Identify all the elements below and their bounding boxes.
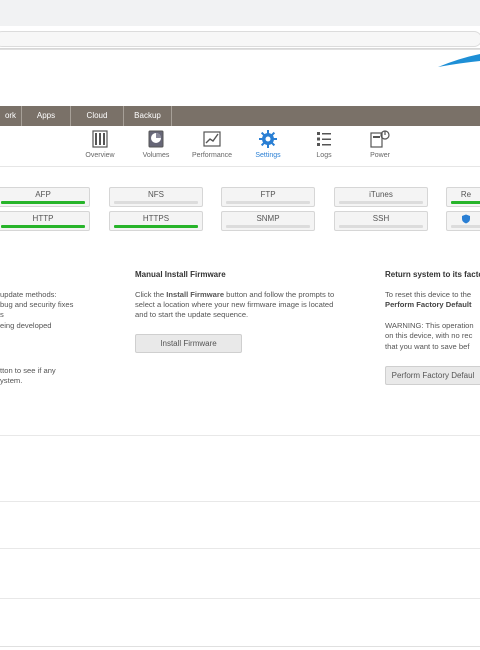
manual-install-title: Manual Install Firmware	[135, 270, 226, 279]
service-label: NFS	[148, 190, 164, 199]
factory-warning-text: on this device, with no rec	[385, 331, 473, 340]
service-itunes[interactable]: iTunes	[334, 187, 428, 207]
service-status-bar	[451, 201, 480, 204]
nav-tab-network[interactable]: ork	[0, 106, 22, 126]
nav-tab-apps[interactable]: Apps	[22, 106, 71, 126]
services-panel: AFP NFS FTP iTunes Re HTTP HTTPS SNMP SS…	[0, 176, 480, 246]
service-snmp[interactable]: SNMP	[221, 211, 315, 231]
service-label: FTP	[260, 190, 276, 199]
volumes-icon	[148, 130, 164, 148]
manual-install-text: and to start the update sequence.	[135, 310, 249, 319]
service-nfs[interactable]: NFS	[109, 187, 203, 207]
manual-install-text: Click the Install Firmware button and fo…	[135, 290, 334, 301]
section-divider	[0, 501, 480, 502]
main-nav: ork Apps Cloud Backup	[0, 106, 480, 126]
service-label: SSH	[372, 214, 390, 223]
shield-icon	[462, 214, 470, 224]
factory-default-button[interactable]: Perform Factory Defaul	[385, 366, 480, 385]
service-ssh[interactable]: SSH	[334, 211, 428, 231]
firmware-methods-text: eing developed	[0, 321, 52, 330]
iconbar-power[interactable]: Power	[350, 130, 410, 159]
nav-tab-cloud[interactable]: Cloud	[71, 106, 124, 126]
logs-icon	[317, 132, 331, 146]
overview-icon	[92, 130, 108, 148]
iconbar-label: Logs	[316, 152, 332, 159]
service-label: Re	[460, 190, 472, 199]
install-firmware-button[interactable]: Install Firmware	[135, 334, 242, 353]
firmware-check-text: tton to see if any	[0, 366, 56, 375]
iconbar-label: Volumes	[142, 152, 170, 159]
service-status-bar	[226, 225, 310, 228]
service-status-bar	[114, 201, 198, 204]
section-divider	[0, 548, 480, 549]
section-divider	[0, 598, 480, 599]
nav-tab-backup[interactable]: Backup	[124, 106, 172, 126]
service-afp[interactable]: AFP	[0, 187, 90, 207]
factory-warning-text: that you want to save bef	[385, 342, 470, 351]
address-bar[interactable]	[0, 31, 480, 47]
service-status-bar	[226, 201, 310, 204]
iconbar-performance[interactable]: Performance	[182, 130, 242, 159]
firmware-methods-text: s	[0, 310, 4, 319]
iconbar-settings[interactable]: Settings	[238, 130, 298, 159]
performance-icon	[203, 131, 221, 147]
iconbar-label: Settings	[255, 152, 281, 159]
service-label: iTunes	[369, 190, 393, 199]
service-label: HTTPS	[142, 214, 170, 223]
service-http[interactable]: HTTP	[0, 211, 90, 231]
power-icon	[370, 130, 390, 148]
manual-install-text-part: Click the	[135, 290, 167, 299]
iconbar-label: Power	[370, 152, 390, 159]
firmware-methods-text: update methods:	[0, 290, 57, 299]
manual-install-text: select a location where your new firmwar…	[135, 300, 334, 309]
factory-default-text: To reset this device to the	[385, 290, 472, 299]
iconbar-overview[interactable]: Overview	[70, 130, 130, 159]
service-status-bar	[339, 225, 423, 228]
factory-warning-text: WARNING: This operation	[385, 321, 474, 330]
service-label: SNMP	[256, 214, 280, 223]
service-re[interactable]: Re	[446, 187, 480, 207]
manual-install-bold: Install Firmware	[166, 290, 225, 299]
firmware-section: update methods: bug and security fixes s…	[0, 262, 480, 412]
section-divider	[0, 435, 480, 436]
iconbar-logs[interactable]: Logs	[294, 130, 354, 159]
iconbar-volumes[interactable]: Volumes	[126, 130, 186, 159]
service-label: AFP	[35, 190, 51, 199]
service-status-bar	[114, 225, 198, 228]
iconbar-label: Performance	[191, 152, 233, 159]
manual-install-text-part: button and follow the prompts to	[224, 290, 335, 299]
factory-default-title: Return system to its facto	[385, 270, 480, 279]
service-status-bar	[339, 201, 423, 204]
service-status-bar	[1, 225, 85, 228]
service-https[interactable]: HTTPS	[109, 211, 203, 231]
service-ftp[interactable]: FTP	[221, 187, 315, 207]
gear-icon	[259, 130, 277, 148]
service-extra[interactable]	[446, 211, 480, 231]
service-status-bar	[451, 225, 480, 228]
firmware-methods-text: bug and security fixes	[0, 300, 74, 309]
brand-swoosh-icon	[438, 54, 480, 67]
factory-default-bold: Perform Factory Default	[385, 300, 472, 309]
settings-iconbar: Overview Volumes Performance Settings Lo…	[0, 126, 480, 167]
firmware-check-text: ystem.	[0, 376, 23, 385]
service-status-bar	[1, 201, 85, 204]
iconbar-label: Overview	[85, 152, 115, 159]
browser-tab-strip	[0, 0, 480, 27]
service-label: HTTP	[32, 214, 54, 223]
